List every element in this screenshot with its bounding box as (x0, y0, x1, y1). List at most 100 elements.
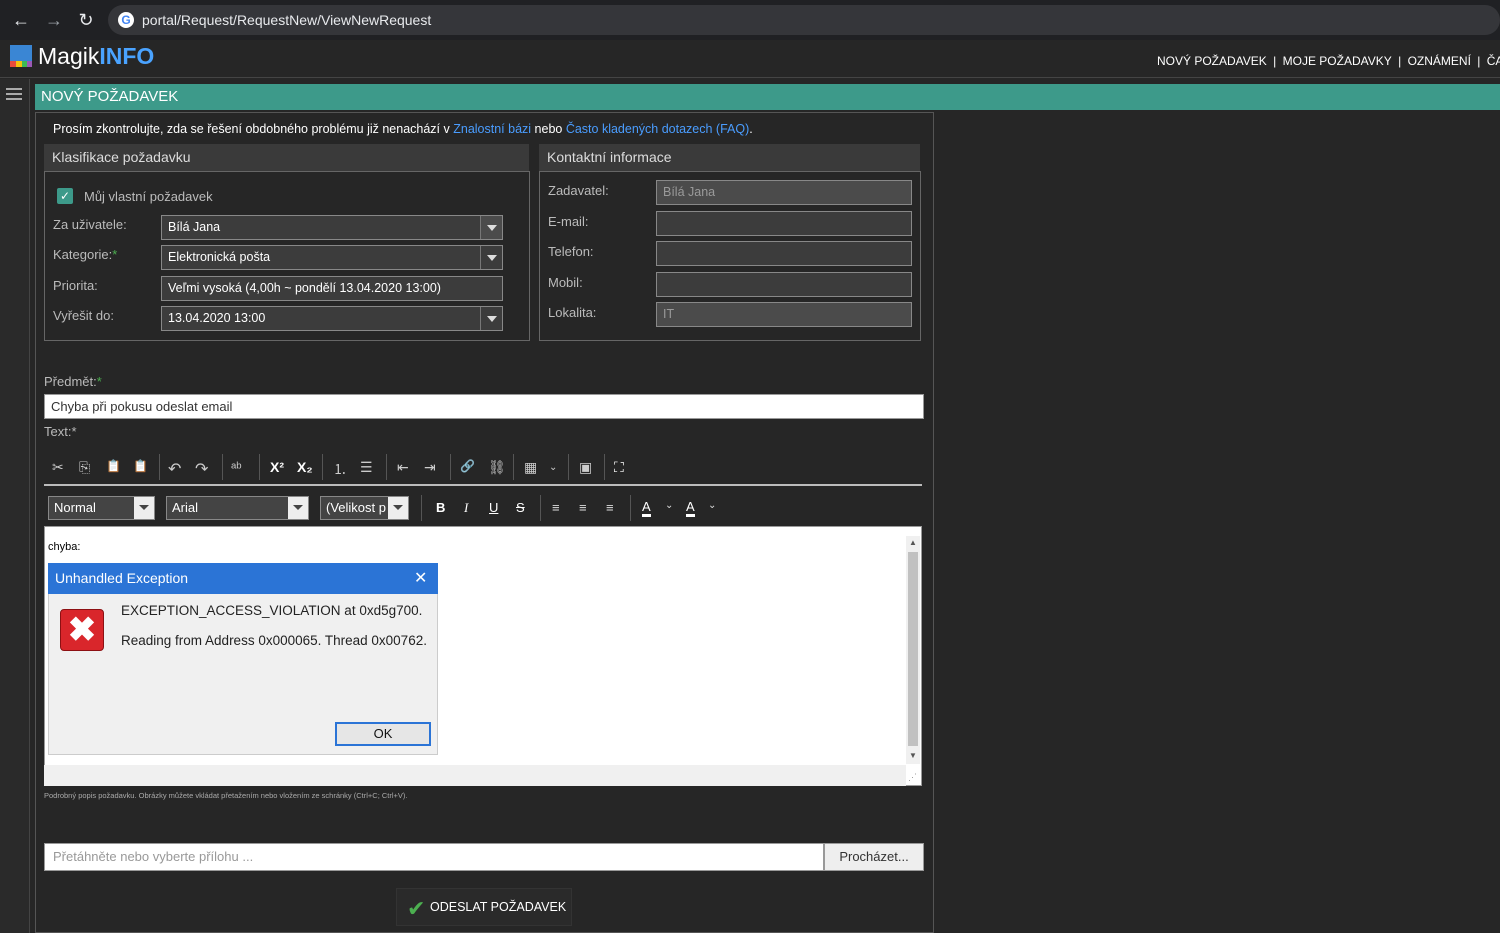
font-select[interactable]: Arial (166, 496, 309, 520)
nav-my-requests[interactable]: MOJE POŽADAVKY (1283, 54, 1392, 68)
numbered-list-icon[interactable]: ⒈ (333, 459, 347, 479)
top-navigation: NOVÝ POŽADAVEK | MOJE POŽADAVKY | OZNÁME… (1157, 54, 1500, 68)
reload-icon[interactable]: ↻ (75, 10, 97, 31)
hamburger-menu-icon[interactable] (6, 88, 22, 100)
indent-icon[interactable]: ⇥ (424, 459, 436, 476)
attachment-input[interactable]: Přetáhněte nebo vyberte přílohu ... (44, 843, 824, 871)
underline-icon[interactable]: U (489, 500, 498, 515)
chevron-down-icon[interactable] (480, 307, 502, 330)
mobile-field[interactable] (656, 272, 912, 297)
chevron-down-icon[interactable] (480, 216, 502, 239)
chevron-down-icon[interactable]: ⌄ (665, 500, 673, 511)
chevron-down-icon[interactable] (134, 497, 154, 519)
priority-field[interactable]: Veľmi vysoká (4,00h ~ pondělí 13.04.2020… (161, 276, 503, 301)
scroll-up-icon[interactable]: ▲ (909, 538, 917, 547)
chevron-down-icon[interactable] (480, 246, 502, 269)
chevron-down-icon[interactable]: ⌄ (549, 462, 557, 473)
table-icon[interactable]: ▦ (524, 459, 537, 476)
app-logo[interactable]: MagikINFO (38, 43, 154, 70)
copy-icon[interactable]: ⎘ (79, 459, 90, 476)
category-select[interactable]: Elektronická pošta (161, 245, 503, 270)
notice-suffix: . (749, 122, 753, 136)
nav-faq[interactable]: ČASTÉ DO (1487, 54, 1500, 68)
maximize-icon[interactable]: ⛶ (614, 459, 624, 476)
google-icon: G (118, 12, 134, 28)
phone-field[interactable] (656, 241, 912, 266)
bullet-list-icon[interactable]: ☰ (360, 459, 373, 476)
subscript-icon[interactable]: X₂ (297, 459, 313, 475)
toolbar-separator (630, 495, 631, 521)
italic-icon[interactable]: I (464, 500, 468, 516)
undo-icon[interactable]: ↶ (168, 459, 181, 479)
redo-icon[interactable]: ↷ (195, 459, 208, 479)
category-label: Kategorie:* (53, 247, 117, 262)
text-color-icon[interactable]: A (686, 500, 695, 517)
chevron-down-icon[interactable] (388, 497, 408, 519)
url-text[interactable]: portal/Request/RequestNew/ViewNewRequest (142, 12, 431, 28)
page-title: NOVÝ POŽADAVEK (35, 84, 1500, 110)
category-value: Elektronická pošta (168, 250, 271, 264)
link-icon[interactable]: 🔗 (460, 459, 475, 473)
toolbar-separator (568, 454, 569, 480)
logo-icon (10, 45, 32, 67)
nav-announcements[interactable]: OZNÁMENÍ (1408, 54, 1471, 68)
font-value: Arial (172, 500, 199, 515)
requester-field: Bílá Jana (656, 180, 912, 205)
own-request-checkbox[interactable]: ✓ (57, 188, 73, 204)
submit-request-button[interactable]: ✔ ODESLAT POŽADAVEK (396, 888, 572, 926)
logo-main-text: Magik (38, 43, 100, 69)
dialog-message-line1: EXCEPTION_ACCESS_VIOLATION at 0xd5g700. (121, 603, 423, 618)
align-right-icon[interactable]: ≡ (606, 500, 614, 515)
strikethrough-icon[interactable]: S (516, 500, 525, 515)
resize-grip-icon[interactable]: ⋰ (908, 772, 917, 783)
knowledge-base-link[interactable]: Znalostní bázi (453, 122, 531, 136)
nav-new-request[interactable]: NOVÝ POŽADAVEK (1157, 54, 1267, 68)
unlink-icon[interactable]: ⛓ (488, 459, 506, 476)
error-icon: ✖ (60, 609, 104, 651)
requester-label: Zadavatel: (548, 183, 609, 198)
scrollbar-thumb[interactable] (908, 552, 918, 746)
toolbar-separator (259, 454, 260, 480)
toolbar-separator (450, 454, 451, 480)
chevron-down-icon[interactable]: ⌄ (708, 500, 716, 511)
size-select[interactable]: (Velikost p (320, 496, 409, 520)
paste-icon[interactable]: 📋 (106, 459, 121, 473)
email-field[interactable] (656, 211, 912, 236)
notice-mid: nebo (531, 122, 566, 136)
toolbar-separator (159, 454, 160, 480)
phone-label: Telefon: (548, 244, 594, 259)
toolbar-separator (540, 495, 541, 521)
chevron-down-icon[interactable] (288, 497, 308, 519)
toolbar-separator (222, 454, 223, 480)
toolbar-separator (513, 454, 514, 480)
align-center-icon[interactable]: ≡ (579, 500, 587, 515)
editor-scrollbar[interactable] (906, 536, 920, 764)
spellcheck-icon[interactable]: ᵃᵇ (231, 459, 242, 475)
background-color-icon[interactable]: A (642, 500, 651, 517)
user-select[interactable]: Bílá Jana (161, 215, 503, 240)
own-request-label: Můj vlastní požadavek (84, 189, 213, 204)
classification-heading: Klasifikace požadavku (44, 144, 529, 171)
required-marker: * (112, 247, 118, 262)
superscript-icon[interactable]: X² (270, 459, 284, 475)
outdent-icon[interactable]: ⇤ (397, 459, 409, 476)
notice-prefix: Prosím zkontrolujte, zda se řešení obdob… (53, 122, 454, 136)
align-left-icon[interactable]: ≡ (552, 500, 560, 515)
cut-icon[interactable]: ✂ (52, 459, 64, 476)
toolbar-divider (44, 484, 922, 486)
browse-button[interactable]: Procházet... (824, 843, 924, 871)
back-arrow-icon[interactable]: ← (10, 10, 32, 31)
scroll-down-icon[interactable]: ▼ (909, 751, 917, 760)
logo-accent-text: INFO (99, 43, 155, 69)
editor-status-bar (44, 765, 906, 786)
due-date-field[interactable]: 13.04.2020 13:00 (161, 306, 503, 331)
faq-link[interactable]: Často kladených dotazech (FAQ) (566, 122, 749, 136)
bold-icon[interactable]: B (436, 500, 445, 515)
subject-input[interactable]: Chyba při pokusu odeslat email (44, 394, 924, 419)
nav-separator: | (1273, 54, 1277, 68)
nav-separator: | (1398, 54, 1402, 68)
source-view-icon[interactable]: ▣ (579, 459, 592, 476)
paste-text-icon[interactable]: 📋 (133, 459, 148, 473)
forward-arrow-icon[interactable]: → (43, 10, 65, 31)
format-select[interactable]: Normal (48, 496, 155, 520)
